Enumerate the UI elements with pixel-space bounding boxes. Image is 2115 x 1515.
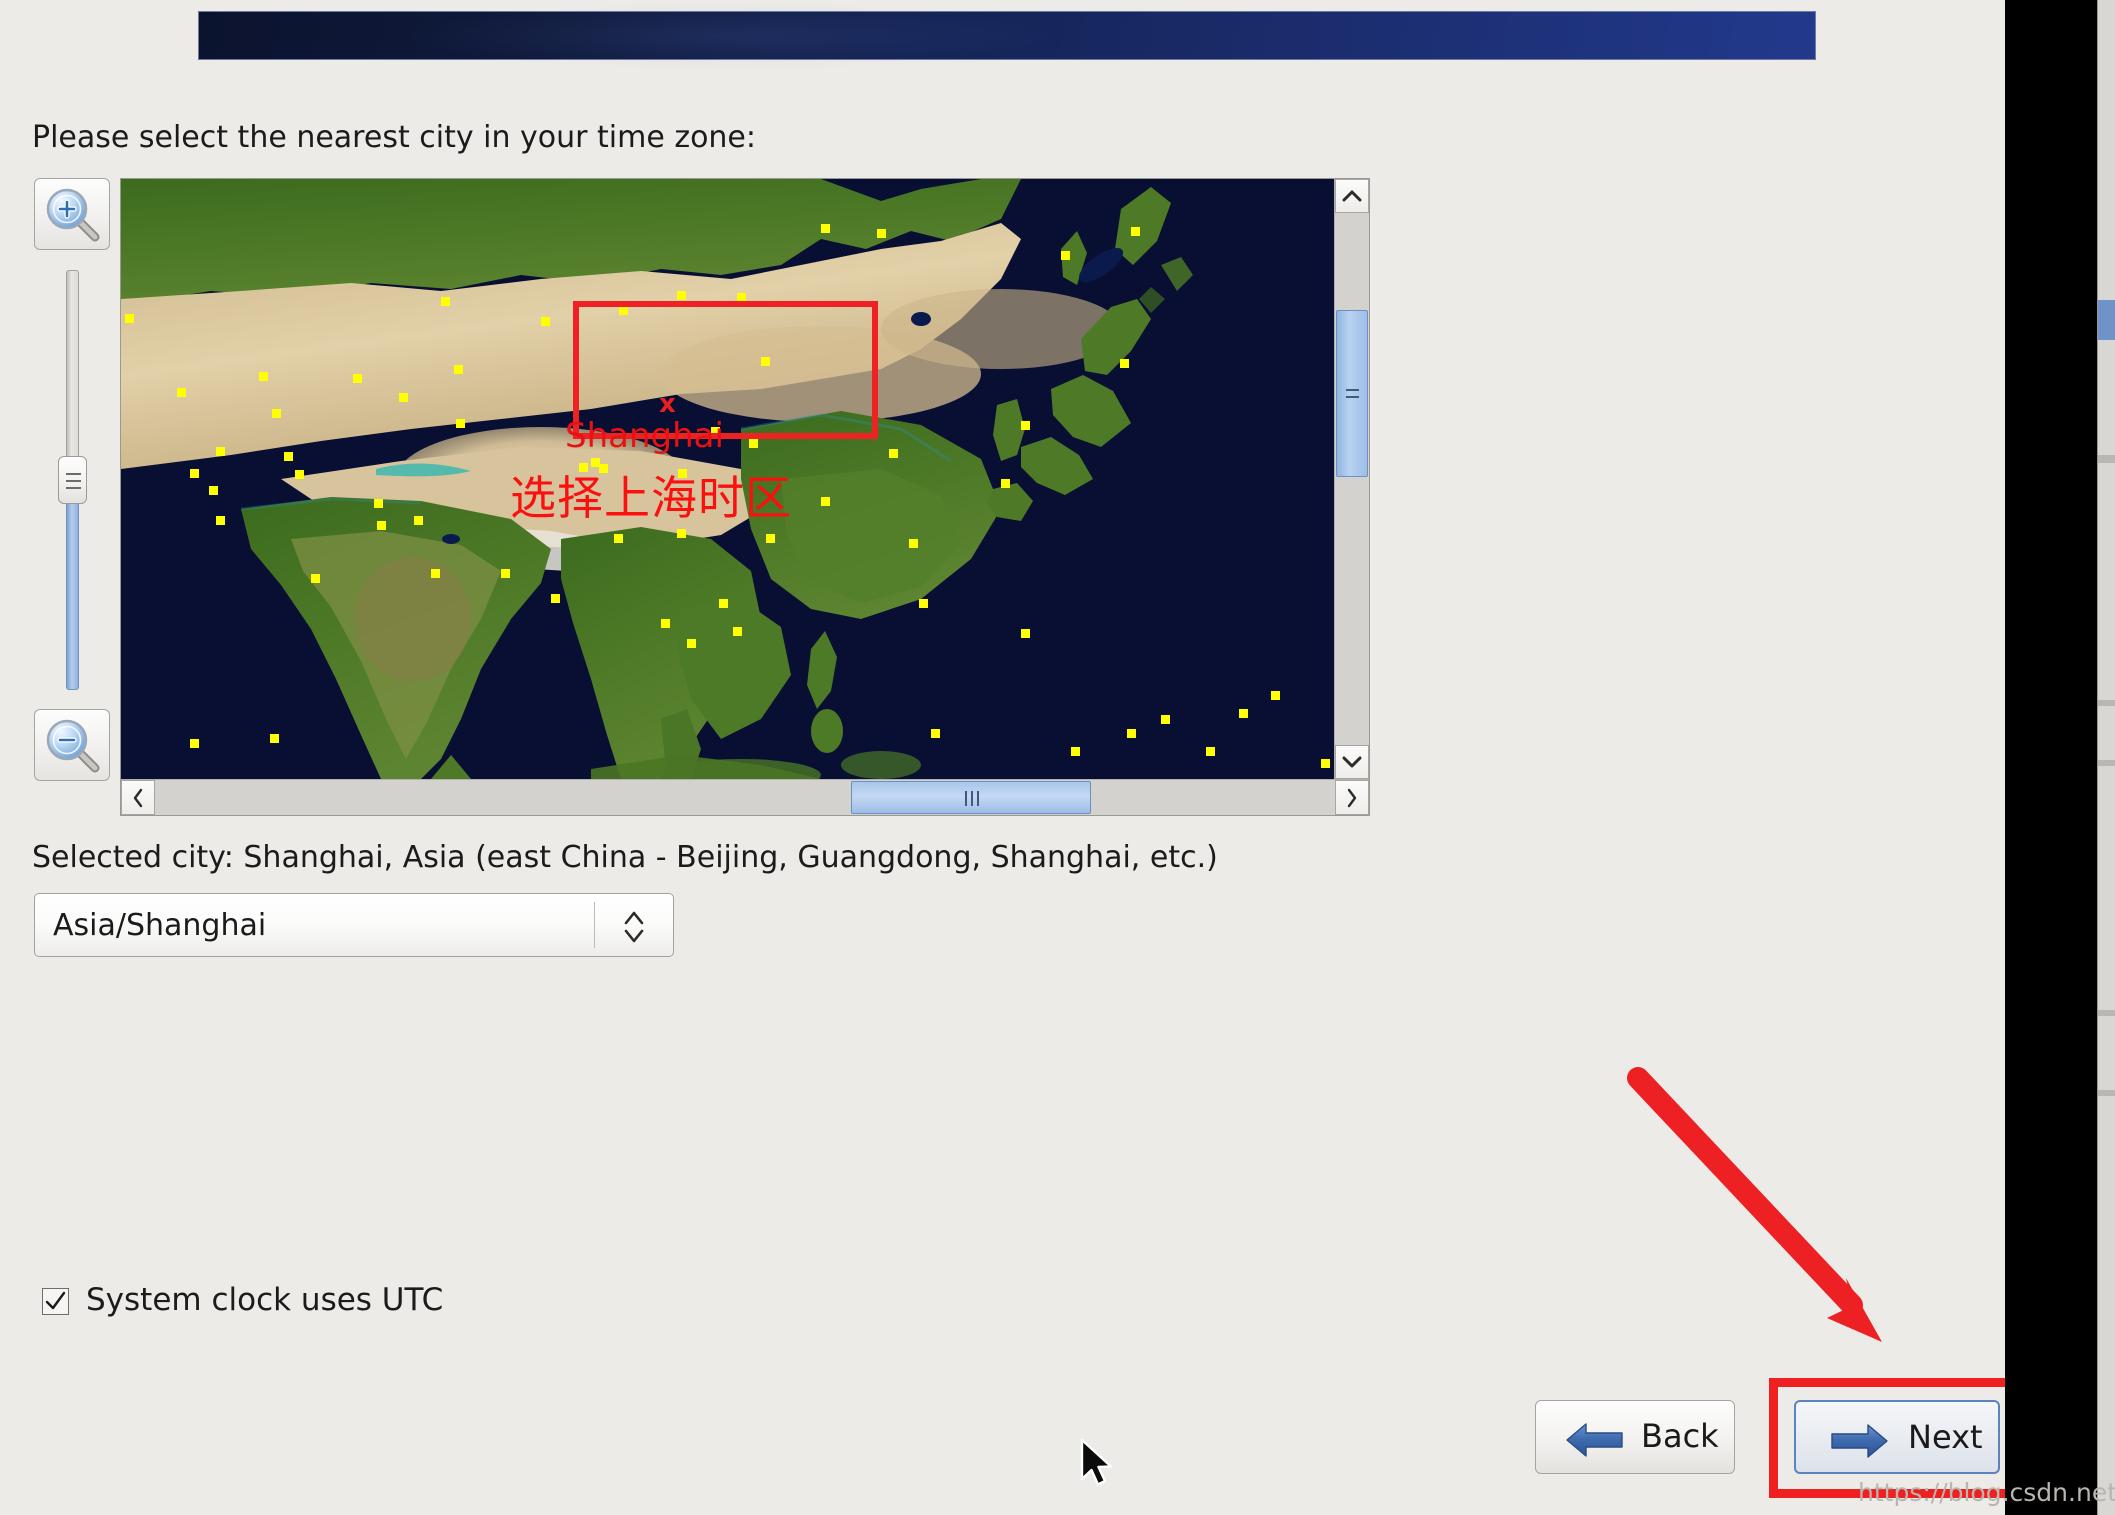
horizontal-scrollbar-thumb[interactable]: [851, 781, 1091, 814]
timezone-dropdown[interactable]: Asia/Shanghai: [34, 893, 674, 957]
back-button[interactable]: Back: [1535, 1400, 1735, 1474]
zoom-slider-handle[interactable]: [58, 456, 87, 504]
map-horizontal-scrollbar[interactable]: [121, 779, 1369, 815]
zoom-in-button[interactable]: [34, 178, 110, 250]
grip-horizontal-icon: [66, 480, 81, 482]
back-button-label: Back: [1641, 1417, 1719, 1455]
grip-vertical-icon: [965, 791, 967, 806]
selected-city-marker-icon: x: [659, 389, 676, 419]
scroll-down-button[interactable]: [1335, 745, 1369, 779]
timezone-dropdown-value: Asia/Shanghai: [53, 908, 267, 943]
chevron-left-icon: [133, 788, 143, 807]
chevron-up-icon: [1342, 190, 1362, 202]
prompt-label: Please select the nearest city in your t…: [32, 120, 756, 155]
grip-horizontal-icon: [1346, 389, 1359, 391]
map-vertical-scrollbar[interactable]: [1334, 179, 1369, 779]
magnifier-plus-icon: [44, 186, 102, 248]
installer-window: Please select the nearest city in your t…: [0, 0, 2021, 1515]
chevron-down-icon: [1342, 756, 1362, 768]
selected-city-map-label: Shanghai: [565, 416, 724, 456]
utc-checkbox-label: System clock uses UTC: [86, 1282, 444, 1318]
zoom-out-button[interactable]: [34, 709, 110, 781]
selected-city-text: Selected city: Shanghai, Asia (east Chin…: [32, 840, 1218, 875]
vertical-scrollbar-thumb[interactable]: [1336, 310, 1368, 477]
right-black-strip: [2005, 0, 2097, 1515]
zoom-slider-trough-upper: [66, 270, 79, 466]
right-edge-sliver: [2097, 0, 2115, 1515]
map-zoom-controls: [34, 178, 112, 781]
zoom-slider-trough-lower: [66, 498, 79, 690]
grip-horizontal-icon: [1346, 396, 1359, 398]
arrow-left-icon: [1566, 1423, 1623, 1457]
grip-vertical-icon: [977, 791, 979, 806]
chevron-right-icon: [1347, 788, 1357, 807]
timezone-map[interactable]: x Shanghai 选择上海时区: [121, 179, 1334, 779]
grip-vertical-icon: [971, 791, 973, 806]
grip-horizontal-icon: [66, 487, 81, 489]
scroll-left-button[interactable]: [121, 780, 155, 815]
mouse-cursor: [1080, 1438, 1113, 1486]
stepper-up-down-icon[interactable]: [621, 906, 647, 948]
scroll-right-button[interactable]: [1335, 780, 1369, 815]
installer-banner: [198, 0, 1816, 72]
chinese-annotation-text: 选择上海时区: [510, 471, 792, 525]
timezone-map-frame: x Shanghai 选择上海时区: [120, 178, 1370, 816]
check-icon: [45, 1291, 66, 1310]
map-zoom-slider[interactable]: [58, 270, 87, 690]
dropdown-separator: [594, 902, 595, 948]
scroll-up-button[interactable]: [1335, 179, 1369, 213]
magnifier-minus-icon: [44, 717, 102, 779]
grip-horizontal-icon: [66, 473, 81, 475]
watermark-text: https://blog.csdn.net/Destiny_425: [1858, 1478, 2115, 1507]
red-arrow-annotation-icon: [1627, 1067, 1882, 1342]
utc-checkbox[interactable]: [42, 1288, 69, 1315]
